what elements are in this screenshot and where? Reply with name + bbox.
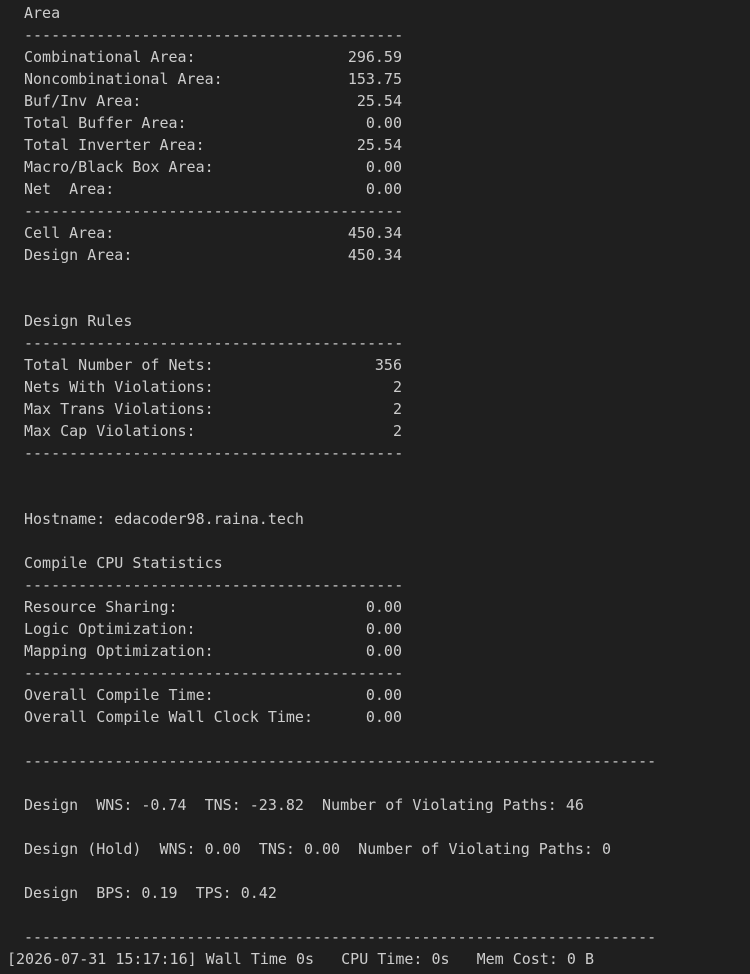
row-label: Resource Sharing: — [24, 598, 178, 616]
row-value: 296.59 — [347, 48, 402, 66]
row-label: Cell Area: — [24, 224, 115, 242]
report-row: Total Number of Nets: 356 — [0, 354, 750, 376]
cpu-stats-separator-line: ----------------------------------------… — [0, 574, 750, 596]
area-separator-line: ----------------------------------------… — [0, 24, 750, 46]
separator: ----------------------------------------… — [24, 26, 404, 44]
row-value: 153.75 — [347, 70, 402, 88]
row-label: Total Number of Nets: — [24, 356, 214, 374]
row-value: 0.00 — [365, 598, 402, 616]
area-separator-line: ----------------------------------------… — [0, 200, 750, 222]
row-label: Total Buffer Area: — [24, 114, 187, 132]
row-label: Logic Optimization: — [24, 620, 196, 638]
row-label: Combinational Area: — [24, 48, 196, 66]
report-row: Total Inverter Area: 25.54 — [0, 134, 750, 156]
row-value: 0.00 — [365, 686, 402, 704]
row-value: 0.00 — [365, 708, 402, 726]
row-value: 25.54 — [356, 92, 402, 110]
bps-line: Design BPS: 0.19 TPS: 0.42 — [0, 882, 750, 904]
separator: ----------------------------------------… — [24, 334, 404, 352]
report-row: Mapping Optimization: 0.00 — [0, 640, 750, 662]
report-row: Net Area: 0.00 — [0, 178, 750, 200]
row-label: Overall Compile Wall Clock Time: — [24, 708, 313, 726]
report-row: Overall Compile Time: 0.00 — [0, 684, 750, 706]
design-rules-title: Design Rules — [24, 312, 133, 330]
design-rules-separator-line: ----------------------------------------… — [0, 442, 750, 464]
report-row: Noncombinational Area: 153.75 — [0, 68, 750, 90]
long-separator: ----------------------------------------… — [24, 928, 657, 946]
row-value: 0.00 — [365, 620, 402, 638]
row-value: 0.00 — [365, 114, 402, 132]
terminal-output: Area -----------------------------------… — [0, 2, 750, 948]
area-title-line: Area — [0, 2, 750, 24]
row-value: 450.34 — [347, 246, 402, 264]
row-label: Macro/Black Box Area: — [24, 158, 214, 176]
design-rules-title-line: Design Rules — [0, 310, 750, 332]
report-row: Nets With Violations: 2 — [0, 376, 750, 398]
report-row: Resource Sharing: 0.00 — [0, 596, 750, 618]
report-row: Buf/Inv Area: 25.54 — [0, 90, 750, 112]
hold-timing-line: Design (Hold) WNS: 0.00 TNS: 0.00 Number… — [0, 838, 750, 860]
row-value: 2 — [392, 400, 402, 418]
cpu-stats-title-line: Compile CPU Statistics — [0, 552, 750, 574]
separator: ----------------------------------------… — [24, 444, 404, 462]
row-label: Overall Compile Time: — [24, 686, 214, 704]
row-label: Net Area: — [24, 180, 115, 198]
row-label: Noncombinational Area: — [24, 70, 223, 88]
row-label: Buf/Inv Area: — [24, 92, 142, 110]
report-row: Combinational Area: 296.59 — [0, 46, 750, 68]
status-line: [2026-07-31 15:17:16] Wall Time 0s CPU T… — [7, 950, 594, 968]
long-separator: ----------------------------------------… — [24, 752, 657, 770]
separator: ----------------------------------------… — [24, 664, 404, 682]
row-label: Mapping Optimization: — [24, 642, 214, 660]
row-value: 356 — [374, 356, 402, 374]
bps-tps: Design BPS: 0.19 TPS: 0.42 — [24, 884, 277, 902]
row-value: 2 — [392, 378, 402, 396]
cpu-stats-title: Compile CPU Statistics — [24, 554, 223, 572]
report-row: Cell Area: 450.34 — [0, 222, 750, 244]
row-label: Max Trans Violations: — [24, 400, 214, 418]
long-separator-line: ----------------------------------------… — [0, 750, 750, 772]
report-row: Overall Compile Wall Clock Time: 0.00 — [0, 706, 750, 728]
row-label: Max Cap Violations: — [24, 422, 196, 440]
report-row: Max Trans Violations: 2 — [0, 398, 750, 420]
cpu-stats-separator-line: ----------------------------------------… — [0, 662, 750, 684]
row-value: 0.00 — [365, 158, 402, 176]
report-row: Macro/Black Box Area: 0.00 — [0, 156, 750, 178]
row-label: Total Inverter Area: — [24, 136, 205, 154]
long-separator-line: ----------------------------------------… — [0, 926, 750, 948]
report-row: Max Cap Violations: 2 — [0, 420, 750, 442]
row-value: 0.00 — [365, 642, 402, 660]
report-row: Total Buffer Area: 0.00 — [0, 112, 750, 134]
row-label: Nets With Violations: — [24, 378, 214, 396]
row-value: 0.00 — [365, 180, 402, 198]
separator: ----------------------------------------… — [24, 202, 404, 220]
area-title: Area — [24, 4, 61, 22]
setup-timing: Design WNS: -0.74 TNS: -23.82 Number of … — [24, 796, 584, 814]
report-row: Design Area: 450.34 — [0, 244, 750, 266]
hostname-line: Hostname: edacoder98.raina.tech — [0, 508, 750, 530]
row-value: 25.54 — [356, 136, 402, 154]
hold-timing: Design (Hold) WNS: 0.00 TNS: 0.00 Number… — [24, 840, 611, 858]
design-rules-separator-line: ----------------------------------------… — [0, 332, 750, 354]
hostname: Hostname: edacoder98.raina.tech — [24, 510, 304, 528]
setup-timing-line: Design WNS: -0.74 TNS: -23.82 Number of … — [0, 794, 750, 816]
row-value: 450.34 — [347, 224, 402, 242]
report-row: Logic Optimization: 0.00 — [0, 618, 750, 640]
row-value: 2 — [392, 422, 402, 440]
separator: ----------------------------------------… — [24, 576, 404, 594]
row-label: Design Area: — [24, 246, 133, 264]
